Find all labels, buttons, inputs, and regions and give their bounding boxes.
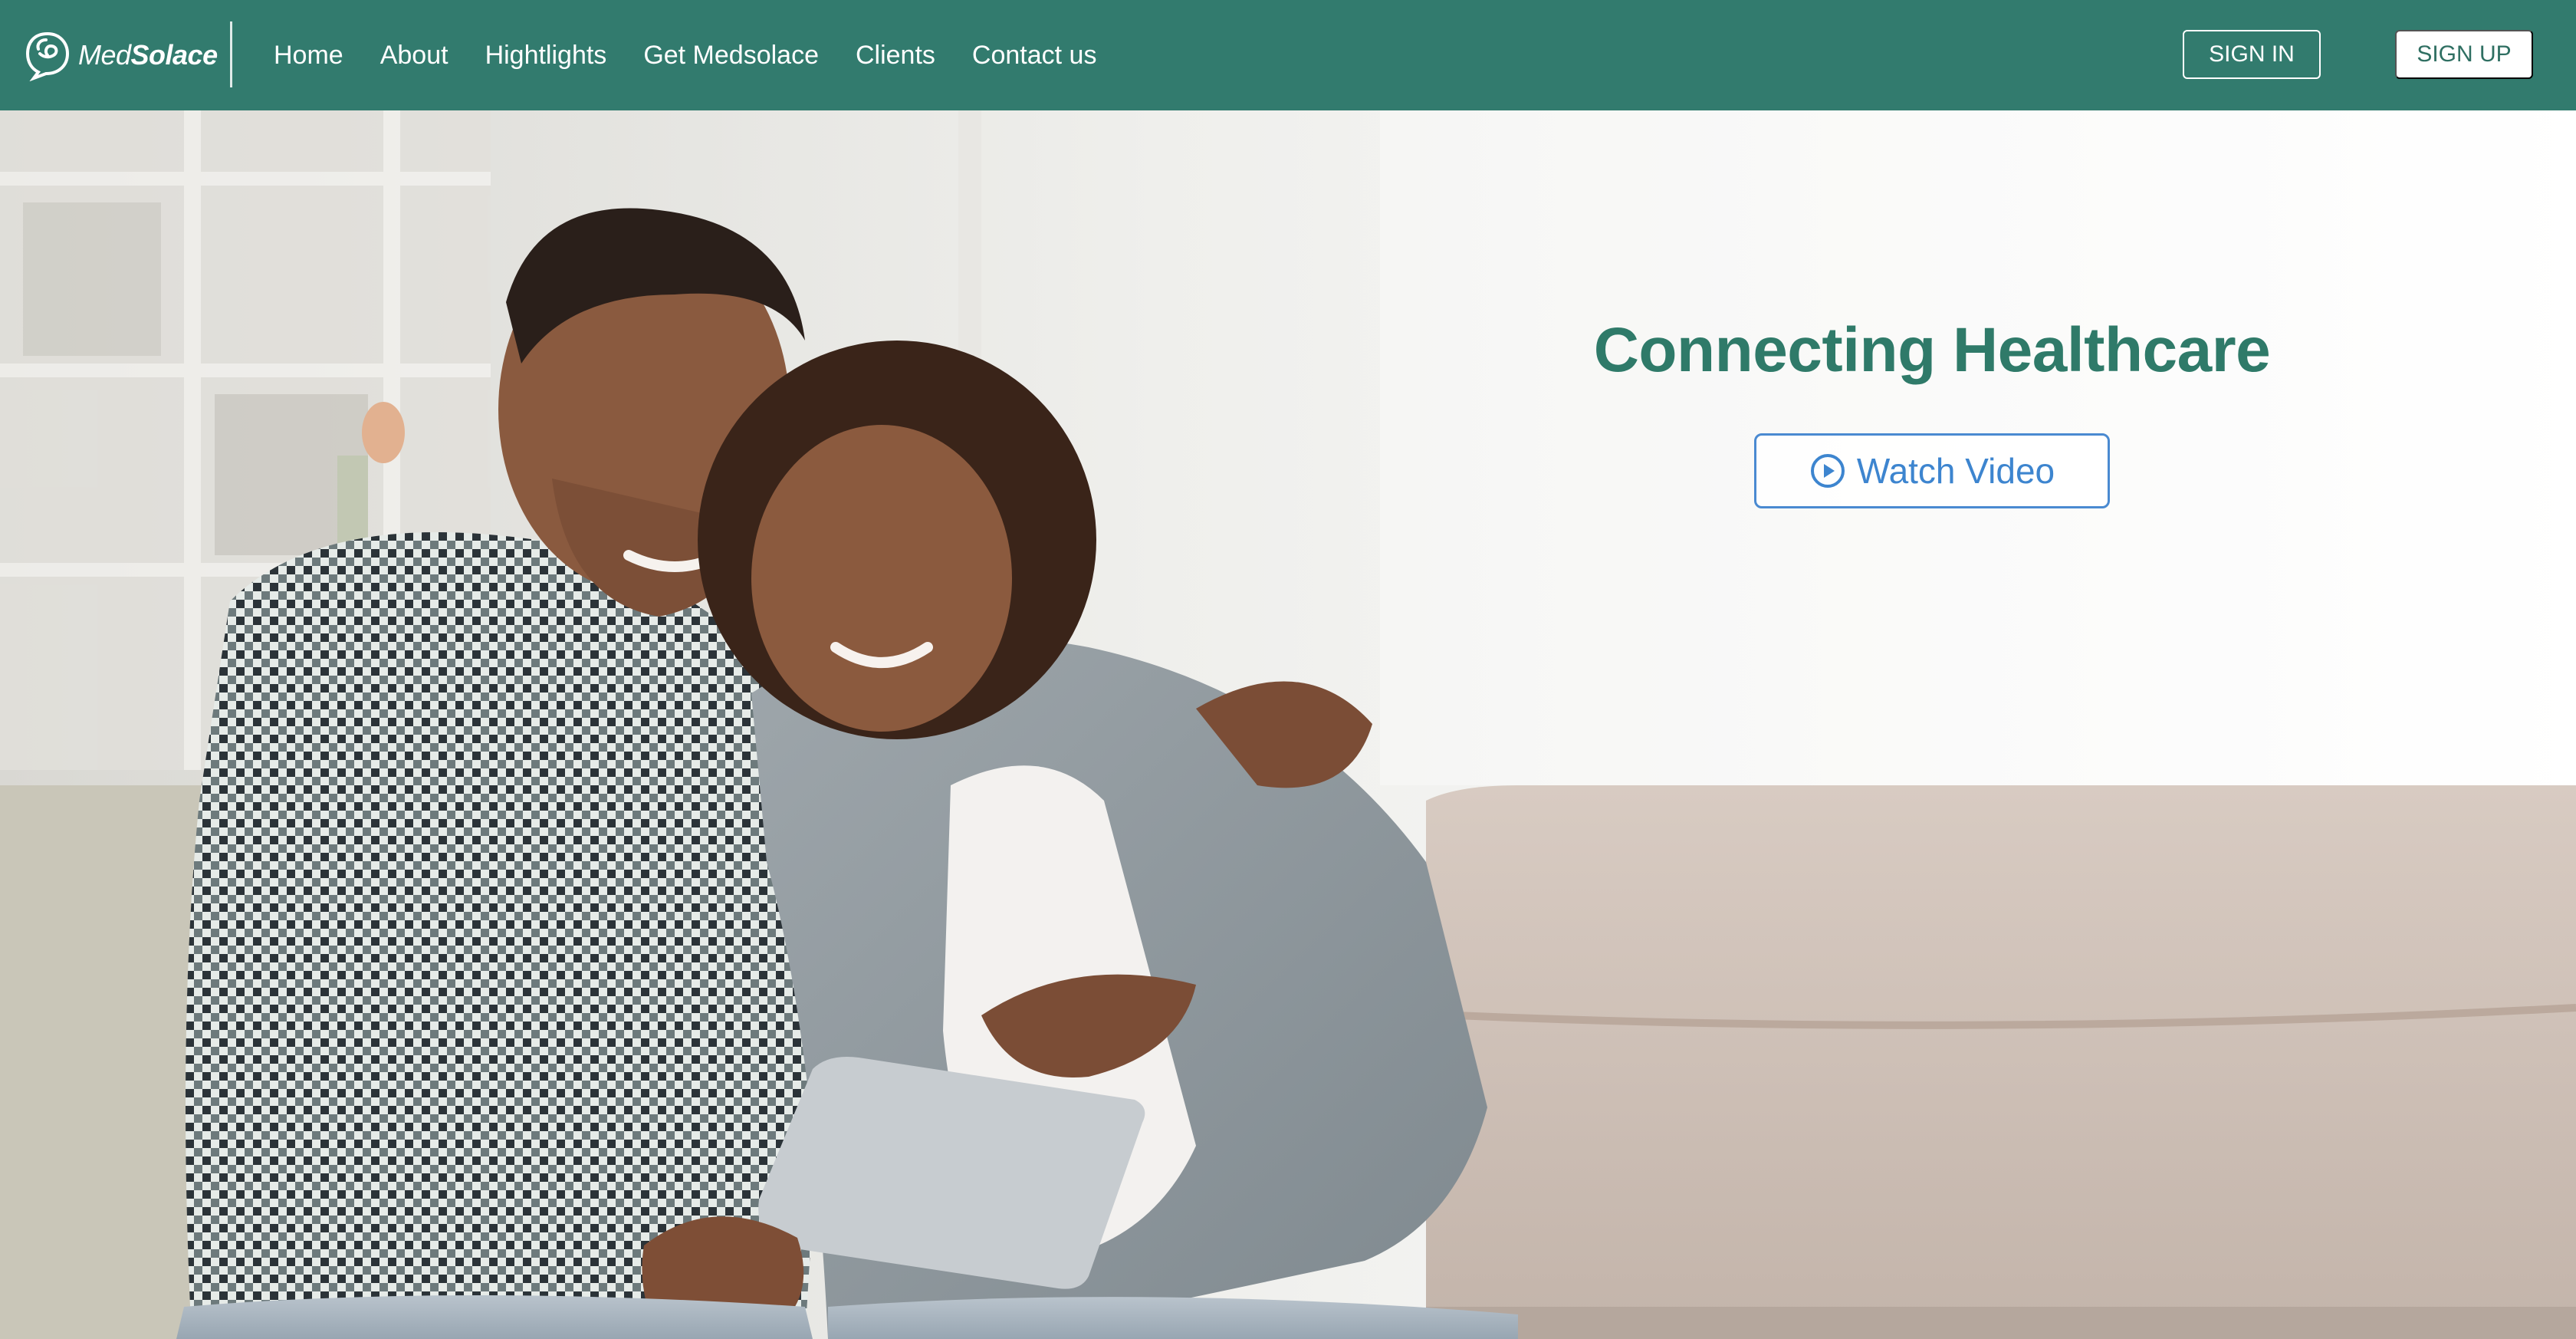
brand-name-bold: Solace bbox=[130, 39, 219, 71]
medsolace-logo-icon bbox=[25, 31, 70, 81]
nav-link-contact-us[interactable]: Contact us bbox=[972, 41, 1097, 71]
brand-name: MedSolace bbox=[78, 39, 218, 71]
watch-video-label: Watch Video bbox=[1856, 451, 2055, 491]
hero-background-image bbox=[0, 110, 2576, 1339]
watch-video-button[interactable]: Watch Video bbox=[1754, 433, 2110, 508]
nav-divider bbox=[230, 21, 232, 87]
hero-title: Connecting Healthcare bbox=[1593, 315, 2271, 385]
app-window: MedSolace Home About Hightlights Get Med… bbox=[0, 0, 2576, 1339]
nav-link-about[interactable]: About bbox=[380, 41, 449, 71]
sign-in-button[interactable]: SIGN IN bbox=[2183, 30, 2321, 79]
nav-link-home[interactable]: Home bbox=[274, 41, 343, 71]
nav-link-get-medsolace[interactable]: Get Medsolace bbox=[643, 41, 819, 71]
nav-link-clients[interactable]: Clients bbox=[856, 41, 935, 71]
nav-links: Home About Hightlights Get Medsolace Cli… bbox=[274, 0, 1133, 110]
hero-section: Connecting Healthcare Watch Video bbox=[0, 110, 2576, 1339]
brand-name-light: Med bbox=[78, 39, 131, 71]
play-circle-icon bbox=[1810, 454, 1845, 488]
nav-link-highlights[interactable]: Hightlights bbox=[485, 41, 607, 71]
top-navbar: MedSolace Home About Hightlights Get Med… bbox=[0, 0, 2576, 110]
brand-logo[interactable]: MedSolace bbox=[23, 26, 218, 84]
sign-up-button[interactable]: SIGN UP bbox=[2395, 30, 2533, 79]
